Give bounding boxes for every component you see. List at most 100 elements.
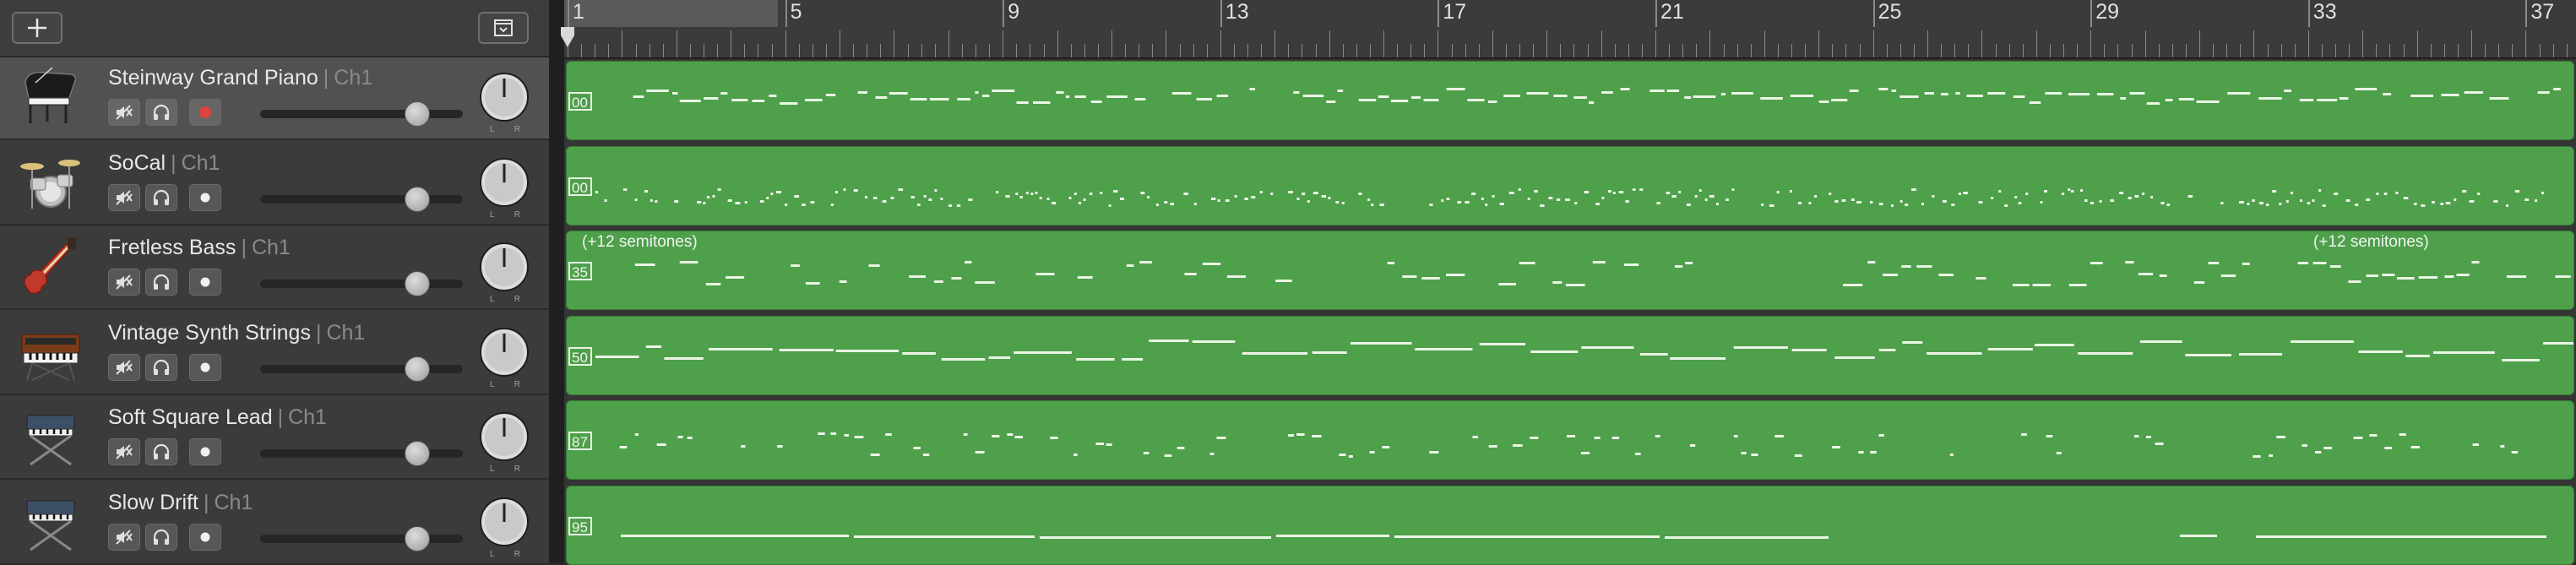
volume-slider[interactable] bbox=[260, 441, 463, 466]
record-enable-button[interactable] bbox=[189, 99, 221, 126]
track-header-menu-button[interactable] bbox=[478, 12, 529, 44]
solo-button[interactable] bbox=[145, 183, 177, 211]
midi-note bbox=[1921, 202, 1924, 205]
track-name[interactable]: Steinway Grand Piano | Ch1 bbox=[108, 66, 372, 90]
beat-tick bbox=[2403, 44, 2405, 57]
midi-note bbox=[1955, 92, 1960, 95]
midi-note bbox=[1321, 194, 1327, 198]
midi-note bbox=[1106, 443, 1112, 446]
bass-guitar-icon[interactable] bbox=[19, 234, 83, 298]
midi-note bbox=[1589, 101, 1595, 104]
midi-region[interactable]: 00 bbox=[566, 145, 2574, 225]
midi-note bbox=[1733, 345, 1788, 349]
midi-region[interactable]: 00 bbox=[566, 61, 2574, 140]
record-enable-button[interactable] bbox=[189, 269, 221, 296]
solo-button[interactable] bbox=[145, 353, 177, 381]
keyboard-stand-icon[interactable] bbox=[19, 489, 83, 553]
beat-tick bbox=[2008, 44, 2010, 57]
track-header[interactable]: SoCal | Ch1 L R bbox=[0, 142, 549, 225]
volume-slider[interactable] bbox=[260, 186, 463, 212]
track-name[interactable]: Vintage Synth Strings | Ch1 bbox=[108, 321, 365, 345]
bar-tick bbox=[2525, 0, 2528, 27]
midi-note bbox=[1798, 201, 1802, 204]
beat-tick bbox=[2512, 44, 2514, 57]
mute-button[interactable] bbox=[108, 183, 140, 211]
panel-divider[interactable] bbox=[549, 0, 564, 562]
drum-kit-icon[interactable] bbox=[19, 149, 83, 214]
volume-slider-thumb[interactable] bbox=[404, 356, 430, 382]
beat-tick bbox=[989, 44, 991, 57]
midi-region[interactable]: 95 bbox=[566, 485, 2574, 565]
beat-tick bbox=[2131, 44, 2133, 57]
mute-button[interactable] bbox=[108, 523, 140, 551]
midi-note bbox=[1100, 191, 1103, 194]
bar-ruler[interactable]: 1 5 9 13 17 21 25 29 33 37 bbox=[564, 0, 2576, 59]
pan-knob[interactable] bbox=[478, 156, 530, 209]
track-name[interactable]: Fretless Bass | Ch1 bbox=[108, 236, 291, 260]
record-enable-button[interactable] bbox=[189, 353, 221, 381]
solo-button[interactable] bbox=[145, 438, 177, 465]
track-header[interactable]: Fretless Bass | Ch1 L R bbox=[0, 227, 549, 310]
volume-slider[interactable] bbox=[260, 101, 463, 127]
midi-note bbox=[2432, 200, 2435, 204]
midi-note bbox=[802, 203, 806, 206]
track-name[interactable]: Slow Drift | Ch1 bbox=[108, 491, 253, 515]
synth-keyboard-icon[interactable] bbox=[19, 319, 83, 383]
midi-note bbox=[2493, 199, 2498, 203]
volume-slider[interactable] bbox=[260, 271, 463, 296]
midi-note bbox=[2418, 276, 2438, 279]
pan-knob[interactable] bbox=[478, 326, 530, 378]
midi-note bbox=[1095, 443, 1105, 445]
beat-tick bbox=[1600, 30, 1602, 57]
track-header[interactable]: Vintage Synth Strings | Ch1 L R bbox=[0, 312, 549, 395]
midi-note bbox=[2456, 274, 2470, 276]
midi-note bbox=[633, 95, 644, 98]
playhead-icon[interactable] bbox=[559, 25, 576, 49]
track-header[interactable]: Soft Square Lead | Ch1 L R bbox=[0, 397, 549, 480]
midi-region[interactable]: 50 bbox=[566, 315, 2574, 395]
solo-button[interactable] bbox=[145, 269, 177, 296]
track-name[interactable]: Soft Square Lead | Ch1 bbox=[108, 405, 327, 430]
record-enable-button[interactable] bbox=[189, 183, 221, 211]
mute-button[interactable] bbox=[108, 353, 140, 381]
track-header[interactable]: Slow Drift | Ch1 L R bbox=[0, 481, 549, 565]
mute-button[interactable] bbox=[108, 99, 140, 126]
volume-slider-thumb[interactable] bbox=[404, 271, 430, 296]
midi-note bbox=[1693, 95, 1716, 98]
midi-note bbox=[1339, 454, 1346, 456]
midi-region[interactable]: 35 (+12 semitones) (+12 semitones) bbox=[566, 231, 2574, 310]
record-enable-button[interactable] bbox=[189, 523, 221, 551]
track-header[interactable]: Steinway Grand Piano | Ch1 L R bbox=[0, 57, 549, 140]
solo-button[interactable] bbox=[145, 523, 177, 551]
pan-knob[interactable] bbox=[478, 496, 530, 548]
track-name-label: Slow Drift bbox=[108, 490, 198, 514]
record-enable-button[interactable] bbox=[189, 438, 221, 465]
track-name[interactable]: SoCal | Ch1 bbox=[108, 151, 220, 176]
pan-knob[interactable] bbox=[478, 410, 530, 463]
cycle-region[interactable] bbox=[564, 0, 778, 27]
pan-knob[interactable] bbox=[478, 241, 530, 293]
keyboard-stand-icon[interactable] bbox=[19, 404, 83, 468]
midi-note bbox=[2178, 98, 2194, 101]
solo-button[interactable] bbox=[145, 99, 177, 126]
arrange-area[interactable]: 00 00 35 (+12 semitones) (+12 semitones) 50 87… bbox=[564, 59, 2576, 565]
volume-slider[interactable] bbox=[260, 525, 463, 551]
volume-slider[interactable] bbox=[260, 356, 463, 382]
midi-note bbox=[2044, 189, 2047, 193]
midi-note bbox=[1966, 95, 1983, 97]
add-track-button[interactable] bbox=[12, 12, 62, 44]
mute-button[interactable] bbox=[108, 438, 140, 465]
pan-knob[interactable] bbox=[478, 71, 530, 123]
midi-note bbox=[2307, 201, 2311, 204]
volume-slider-thumb[interactable] bbox=[404, 525, 430, 551]
midi-note bbox=[1867, 261, 1876, 263]
volume-slider-thumb[interactable] bbox=[404, 101, 430, 127]
midi-note bbox=[2312, 198, 2315, 202]
mute-button[interactable] bbox=[108, 269, 140, 296]
grand-piano-icon[interactable] bbox=[19, 64, 83, 128]
midi-note bbox=[1394, 535, 1660, 538]
volume-slider-thumb[interactable] bbox=[404, 186, 430, 212]
volume-slider-thumb[interactable] bbox=[404, 441, 430, 466]
midi-region[interactable]: 87 bbox=[566, 400, 2574, 480]
midi-note bbox=[644, 189, 649, 193]
